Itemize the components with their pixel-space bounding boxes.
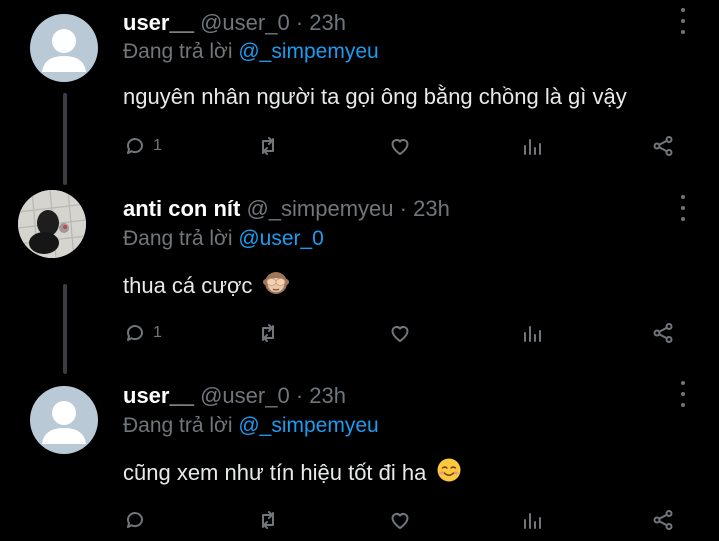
retweet-icon bbox=[262, 511, 274, 529]
views-button[interactable] bbox=[520, 318, 544, 348]
replying-to: Đang trả lời @_simpemyeu bbox=[123, 40, 379, 64]
retweet-icon bbox=[262, 324, 274, 342]
default-avatar-icon bbox=[42, 401, 86, 444]
reply-mention-link[interactable]: @user_0 bbox=[238, 227, 324, 250]
separator: · bbox=[295, 10, 304, 35]
tweet-actions: 1 bbox=[123, 131, 683, 161]
display-name[interactable]: user__ bbox=[123, 383, 194, 408]
like-button[interactable] bbox=[388, 505, 412, 535]
reply-button[interactable] bbox=[123, 505, 153, 535]
handle[interactable]: @user_0 bbox=[200, 383, 290, 408]
share-button[interactable] bbox=[651, 505, 675, 535]
share-button[interactable] bbox=[651, 318, 675, 348]
more-icon[interactable] bbox=[676, 381, 690, 407]
like-icon bbox=[391, 513, 409, 529]
see-no-evil-monkey-emoji bbox=[262, 272, 289, 294]
handle[interactable]: @user_0 bbox=[200, 10, 290, 35]
share-button[interactable] bbox=[651, 131, 675, 161]
share-icon bbox=[653, 323, 673, 343]
tweet-actions: 1 bbox=[123, 318, 683, 348]
avatar[interactable] bbox=[30, 14, 98, 82]
profile-photo bbox=[18, 190, 86, 258]
tweet-header: user__ @user_0 · 23h bbox=[123, 10, 346, 36]
retweet-button[interactable] bbox=[256, 505, 280, 535]
tweet-text: nguyên nhân người ta gọi ông bằng chồng … bbox=[123, 84, 627, 109]
retweet-button[interactable] bbox=[256, 318, 280, 348]
share-icon bbox=[653, 510, 673, 530]
tweet-header: anti con nít @_simpemyeu · 23h bbox=[123, 196, 450, 222]
views-button[interactable] bbox=[520, 131, 544, 161]
reply-count: 1 bbox=[153, 324, 162, 341]
display-name[interactable]: anti con nít bbox=[123, 196, 240, 221]
views-icon bbox=[524, 139, 541, 155]
reply-mention-link[interactable]: @_simpemyeu bbox=[238, 414, 378, 437]
tweet-text-body: thua cá cược bbox=[123, 273, 253, 298]
reply-prefix: Đang trả lời bbox=[123, 40, 233, 63]
more-icon[interactable] bbox=[676, 195, 690, 221]
thread-line bbox=[63, 93, 67, 185]
separator: · bbox=[295, 383, 304, 408]
timestamp[interactable]: 23h bbox=[309, 383, 346, 408]
reply-mention-link[interactable]: @_simpemyeu bbox=[238, 40, 378, 63]
reply-icon bbox=[127, 138, 143, 154]
display-name[interactable]: user__ bbox=[123, 10, 194, 35]
default-avatar-icon bbox=[42, 29, 86, 72]
timestamp[interactable]: 23h bbox=[309, 10, 346, 35]
views-icon bbox=[524, 513, 541, 529]
like-button[interactable] bbox=[388, 318, 412, 348]
tweet-actions bbox=[123, 505, 683, 535]
reply-icon bbox=[127, 325, 143, 341]
like-button[interactable] bbox=[388, 131, 412, 161]
retweet-icon bbox=[262, 137, 274, 155]
smiling-face-emoji bbox=[437, 458, 461, 482]
retweet-button[interactable] bbox=[256, 131, 280, 161]
reply-button[interactable]: 1 bbox=[123, 131, 162, 161]
reply-count: 1 bbox=[153, 137, 162, 154]
reply-prefix: Đang trả lời bbox=[123, 227, 233, 250]
handle[interactable]: @_simpemyeu bbox=[246, 196, 393, 221]
views-icon bbox=[524, 326, 541, 342]
like-icon bbox=[391, 139, 409, 155]
tweet-text-body: cũng xem như tín hiệu tốt đi ha bbox=[123, 460, 427, 485]
tweet-header: user__ @user_0 · 23h bbox=[123, 383, 346, 409]
avatar[interactable] bbox=[18, 190, 86, 258]
like-icon bbox=[391, 326, 409, 342]
reply-prefix: Đang trả lời bbox=[123, 414, 233, 437]
replying-to: Đang trả lời @_simpemyeu bbox=[123, 414, 379, 438]
views-button[interactable] bbox=[520, 505, 544, 535]
share-icon bbox=[653, 136, 673, 156]
replying-to: Đang trả lời @user_0 bbox=[123, 227, 324, 251]
separator: · bbox=[399, 196, 407, 221]
reply-icon bbox=[127, 512, 143, 528]
reply-button[interactable]: 1 bbox=[123, 318, 162, 348]
tweet-text: thua cá cược bbox=[123, 270, 289, 299]
tweet-text: cũng xem như tín hiệu tốt đi ha bbox=[123, 457, 462, 486]
avatar[interactable] bbox=[30, 386, 98, 454]
more-icon[interactable] bbox=[676, 8, 690, 34]
thread-line bbox=[63, 284, 67, 374]
timestamp[interactable]: 23h bbox=[413, 196, 450, 221]
